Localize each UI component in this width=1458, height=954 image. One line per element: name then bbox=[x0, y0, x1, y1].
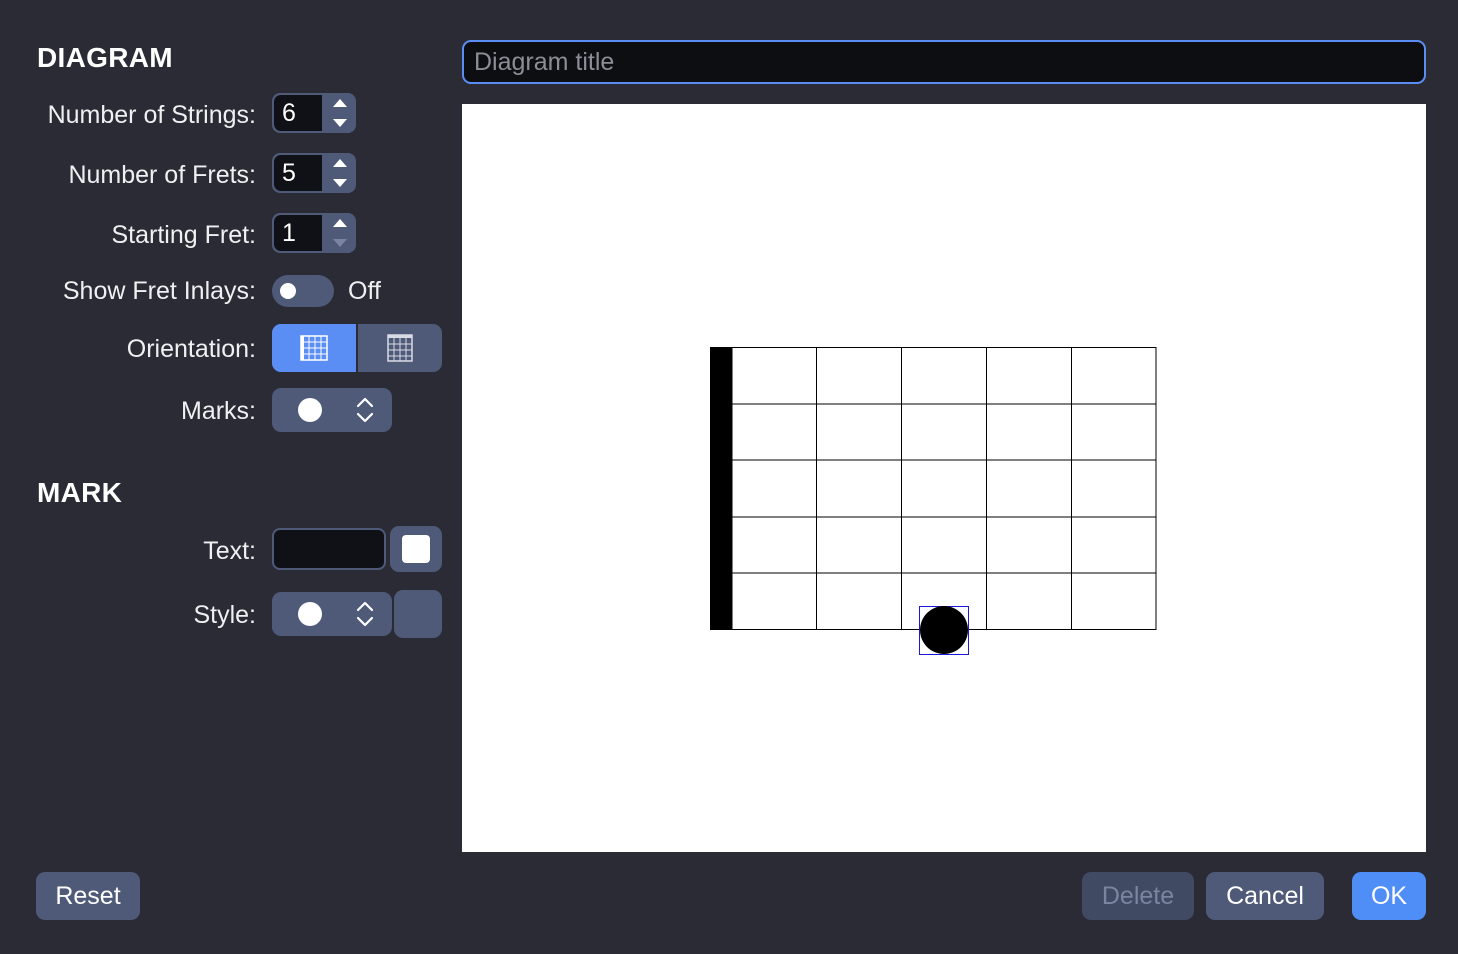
mark-section-title: MARK bbox=[37, 477, 123, 508]
color-swatch bbox=[402, 535, 430, 563]
fret-inlays-toggle[interactable] bbox=[272, 275, 334, 307]
chevron-updown-icon bbox=[356, 601, 374, 627]
strings-increment-button[interactable] bbox=[324, 93, 356, 113]
mark-text-label: Text: bbox=[203, 537, 256, 565]
mark-style-label: Style: bbox=[193, 601, 256, 629]
circle-mark-icon bbox=[298, 602, 322, 626]
starting-fret-decrement-button[interactable] bbox=[324, 233, 356, 253]
strings-stepper[interactable]: 6 bbox=[272, 93, 356, 133]
arrow-down-icon bbox=[333, 179, 347, 187]
starting-fret-value[interactable]: 1 bbox=[274, 215, 322, 251]
fret-inlays-label: Show Fret Inlays: bbox=[62, 277, 256, 305]
frets-increment-button[interactable] bbox=[324, 153, 356, 173]
arrow-up-icon bbox=[333, 99, 347, 107]
arrow-up-icon bbox=[333, 219, 347, 227]
style-color-button[interactable] bbox=[394, 590, 442, 638]
strings-label: Number of Strings: bbox=[47, 101, 256, 129]
orientation-horizontal-option[interactable] bbox=[272, 324, 356, 372]
marks-popup[interactable] bbox=[272, 388, 392, 432]
diagram-title-input[interactable] bbox=[462, 40, 1426, 84]
orientation-segmented-control[interactable] bbox=[272, 324, 442, 372]
mark-text-input[interactable] bbox=[272, 528, 386, 570]
finger-mark[interactable] bbox=[919, 606, 969, 655]
cancel-button[interactable]: Cancel bbox=[1206, 872, 1324, 920]
diagram-canvas[interactable] bbox=[462, 104, 1426, 852]
fretboard-outline bbox=[731, 347, 1157, 630]
text-color-button[interactable] bbox=[390, 526, 442, 572]
horizontal-grid-icon bbox=[300, 335, 328, 361]
vertical-grid-icon bbox=[387, 334, 413, 362]
starting-fret-increment-button[interactable] bbox=[324, 213, 356, 233]
reset-button[interactable]: Reset bbox=[36, 872, 140, 920]
starting-fret-label: Starting Fret: bbox=[111, 221, 257, 249]
nut bbox=[710, 347, 732, 630]
chevron-updown-icon bbox=[356, 397, 374, 423]
delete-button[interactable]: Delete bbox=[1082, 872, 1194, 920]
marks-label: Marks: bbox=[181, 397, 256, 425]
fretboard-diagram[interactable] bbox=[462, 104, 1426, 852]
arrow-down-icon bbox=[333, 119, 347, 127]
frets-stepper[interactable]: 5 bbox=[272, 153, 356, 193]
frets-label: Number of Frets: bbox=[68, 161, 256, 189]
strings-value[interactable]: 6 bbox=[274, 95, 322, 131]
frets-decrement-button[interactable] bbox=[324, 173, 356, 193]
arrow-up-icon bbox=[333, 159, 347, 167]
orientation-vertical-option[interactable] bbox=[358, 324, 442, 372]
ok-button[interactable]: OK bbox=[1352, 872, 1426, 920]
toggle-knob bbox=[280, 283, 296, 299]
fretboard-grid bbox=[710, 347, 1157, 630]
frets-value[interactable]: 5 bbox=[274, 155, 322, 191]
starting-fret-stepper[interactable]: 1 bbox=[272, 213, 356, 253]
orientation-label: Orientation: bbox=[126, 335, 256, 363]
diagram-section-title: DIAGRAM bbox=[37, 42, 173, 73]
fret-inlays-state: Off bbox=[348, 277, 381, 305]
arrow-down-icon bbox=[333, 239, 347, 247]
strings-decrement-button[interactable] bbox=[324, 113, 356, 133]
mark-style-popup[interactable] bbox=[272, 592, 392, 636]
circle-mark-icon bbox=[298, 398, 322, 422]
finger-dot[interactable] bbox=[920, 606, 968, 654]
